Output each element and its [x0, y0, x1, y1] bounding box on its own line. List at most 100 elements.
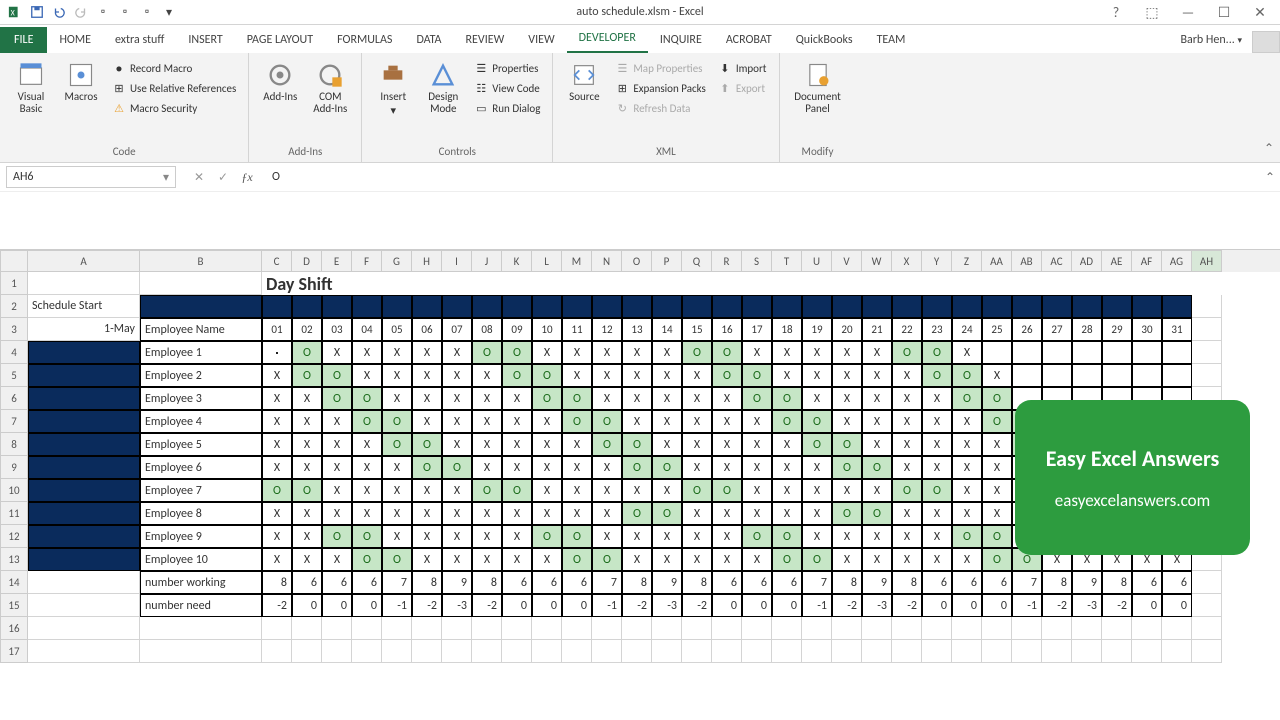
shift-cell[interactable]: X [772, 341, 802, 364]
fx-icon[interactable]: ƒx [238, 168, 256, 186]
cell[interactable] [472, 295, 502, 318]
cell[interactable] [442, 295, 472, 318]
cell[interactable] [592, 295, 622, 318]
shift-cell[interactable]: X [382, 364, 412, 387]
shift-cell[interactable] [1042, 341, 1072, 364]
cell[interactable] [28, 456, 140, 479]
working-label[interactable]: number working [140, 571, 262, 594]
shift-cell[interactable]: X [322, 548, 352, 571]
export-button[interactable]: ⬆Export [714, 79, 771, 97]
shift-cell[interactable]: O [562, 410, 592, 433]
cell[interactable] [28, 594, 140, 617]
working-count[interactable]: 8 [412, 571, 442, 594]
working-count[interactable]: 6 [532, 571, 562, 594]
shift-cell[interactable]: X [622, 341, 652, 364]
shift-cell[interactable]: O [262, 479, 292, 502]
working-count[interactable]: 6 [502, 571, 532, 594]
cell[interactable] [1192, 364, 1222, 387]
col-header[interactable]: AC [1042, 250, 1072, 272]
cell[interactable] [1132, 617, 1162, 640]
shift-cell[interactable]: O [772, 410, 802, 433]
cell[interactable] [562, 617, 592, 640]
col-header[interactable]: A [28, 250, 140, 272]
cell[interactable] [1192, 617, 1222, 640]
shift-cell[interactable]: X [742, 456, 772, 479]
shift-cell[interactable]: O [382, 410, 412, 433]
shift-cell[interactable]: O [682, 479, 712, 502]
shift-cell[interactable]: X [532, 456, 562, 479]
shift-cell[interactable]: X [832, 410, 862, 433]
col-header[interactable]: P [652, 250, 682, 272]
day-header[interactable]: 20 [832, 318, 862, 341]
cell[interactable] [140, 272, 262, 295]
cell[interactable] [712, 617, 742, 640]
shift-cell[interactable]: X [802, 525, 832, 548]
shift-cell[interactable] [262, 341, 292, 364]
cell[interactable] [1102, 617, 1132, 640]
employee-name[interactable]: Employee 9 [140, 525, 262, 548]
working-count[interactable]: 6 [1162, 571, 1192, 594]
cell[interactable] [412, 617, 442, 640]
shift-cell[interactable]: O [352, 410, 382, 433]
shift-cell[interactable]: X [592, 479, 622, 502]
row-header[interactable]: 13 [0, 548, 28, 571]
cell[interactable] [1162, 295, 1192, 318]
row-header[interactable]: 9 [0, 456, 28, 479]
macro-security-button[interactable]: ⚠Macro Security [108, 99, 240, 117]
shift-cell[interactable]: X [802, 479, 832, 502]
working-count[interactable]: 8 [622, 571, 652, 594]
shift-cell[interactable]: X [622, 525, 652, 548]
col-header[interactable]: Z [952, 250, 982, 272]
help-icon[interactable]: ? [1102, 1, 1130, 23]
shift-cell[interactable]: O [772, 387, 802, 410]
shift-cell[interactable]: O [742, 525, 772, 548]
working-count[interactable]: 8 [472, 571, 502, 594]
employee-name[interactable]: Employee 6 [140, 456, 262, 479]
empname-header[interactable]: Employee Name [140, 318, 262, 341]
cell[interactable] [532, 640, 562, 663]
col-header[interactable]: AH [1192, 250, 1222, 272]
cell[interactable] [382, 640, 412, 663]
tab-developer[interactable]: DEVELOPER [567, 25, 648, 53]
cell[interactable] [982, 640, 1012, 663]
col-header[interactable]: AG [1162, 250, 1192, 272]
qat-icon[interactable]: ▫ [116, 3, 134, 21]
shift-cell[interactable]: X [292, 456, 322, 479]
day-header[interactable]: 16 [712, 318, 742, 341]
shift-cell[interactable]: X [682, 364, 712, 387]
employee-name[interactable]: Employee 10 [140, 548, 262, 571]
shift-cell[interactable]: O [442, 456, 472, 479]
maximize-icon[interactable]: ☐ [1210, 1, 1238, 23]
shift-cell[interactable]: X [862, 433, 892, 456]
shift-cell[interactable]: X [442, 433, 472, 456]
col-header[interactable]: G [382, 250, 412, 272]
working-count[interactable]: 8 [1042, 571, 1072, 594]
cell[interactable] [712, 640, 742, 663]
tab-inquire[interactable]: INQUIRE [648, 27, 714, 53]
cell[interactable] [262, 640, 292, 663]
shift-cell[interactable]: X [562, 433, 592, 456]
day-header[interactable]: 02 [292, 318, 322, 341]
tab-insert[interactable]: INSERT [176, 27, 234, 53]
refresh-data-button[interactable]: ↻Refresh Data [611, 99, 709, 117]
working-count[interactable]: 9 [442, 571, 472, 594]
working-count[interactable]: 6 [982, 571, 1012, 594]
employee-name[interactable]: Employee 2 [140, 364, 262, 387]
row-header[interactable]: 11 [0, 502, 28, 525]
shift-cell[interactable]: X [322, 410, 352, 433]
shift-cell[interactable]: X [892, 456, 922, 479]
cell[interactable] [412, 295, 442, 318]
col-header[interactable]: U [802, 250, 832, 272]
cell[interactable] [1042, 617, 1072, 640]
shift-cell[interactable]: O [622, 502, 652, 525]
shift-cell[interactable]: X [892, 525, 922, 548]
shift-cell[interactable]: X [802, 341, 832, 364]
need-count[interactable]: -1 [802, 594, 832, 617]
cell[interactable] [1192, 341, 1222, 364]
col-header[interactable]: C [262, 250, 292, 272]
cell[interactable] [772, 640, 802, 663]
need-count[interactable]: -2 [472, 594, 502, 617]
cell[interactable] [892, 617, 922, 640]
cell[interactable] [772, 617, 802, 640]
col-header[interactable]: K [502, 250, 532, 272]
